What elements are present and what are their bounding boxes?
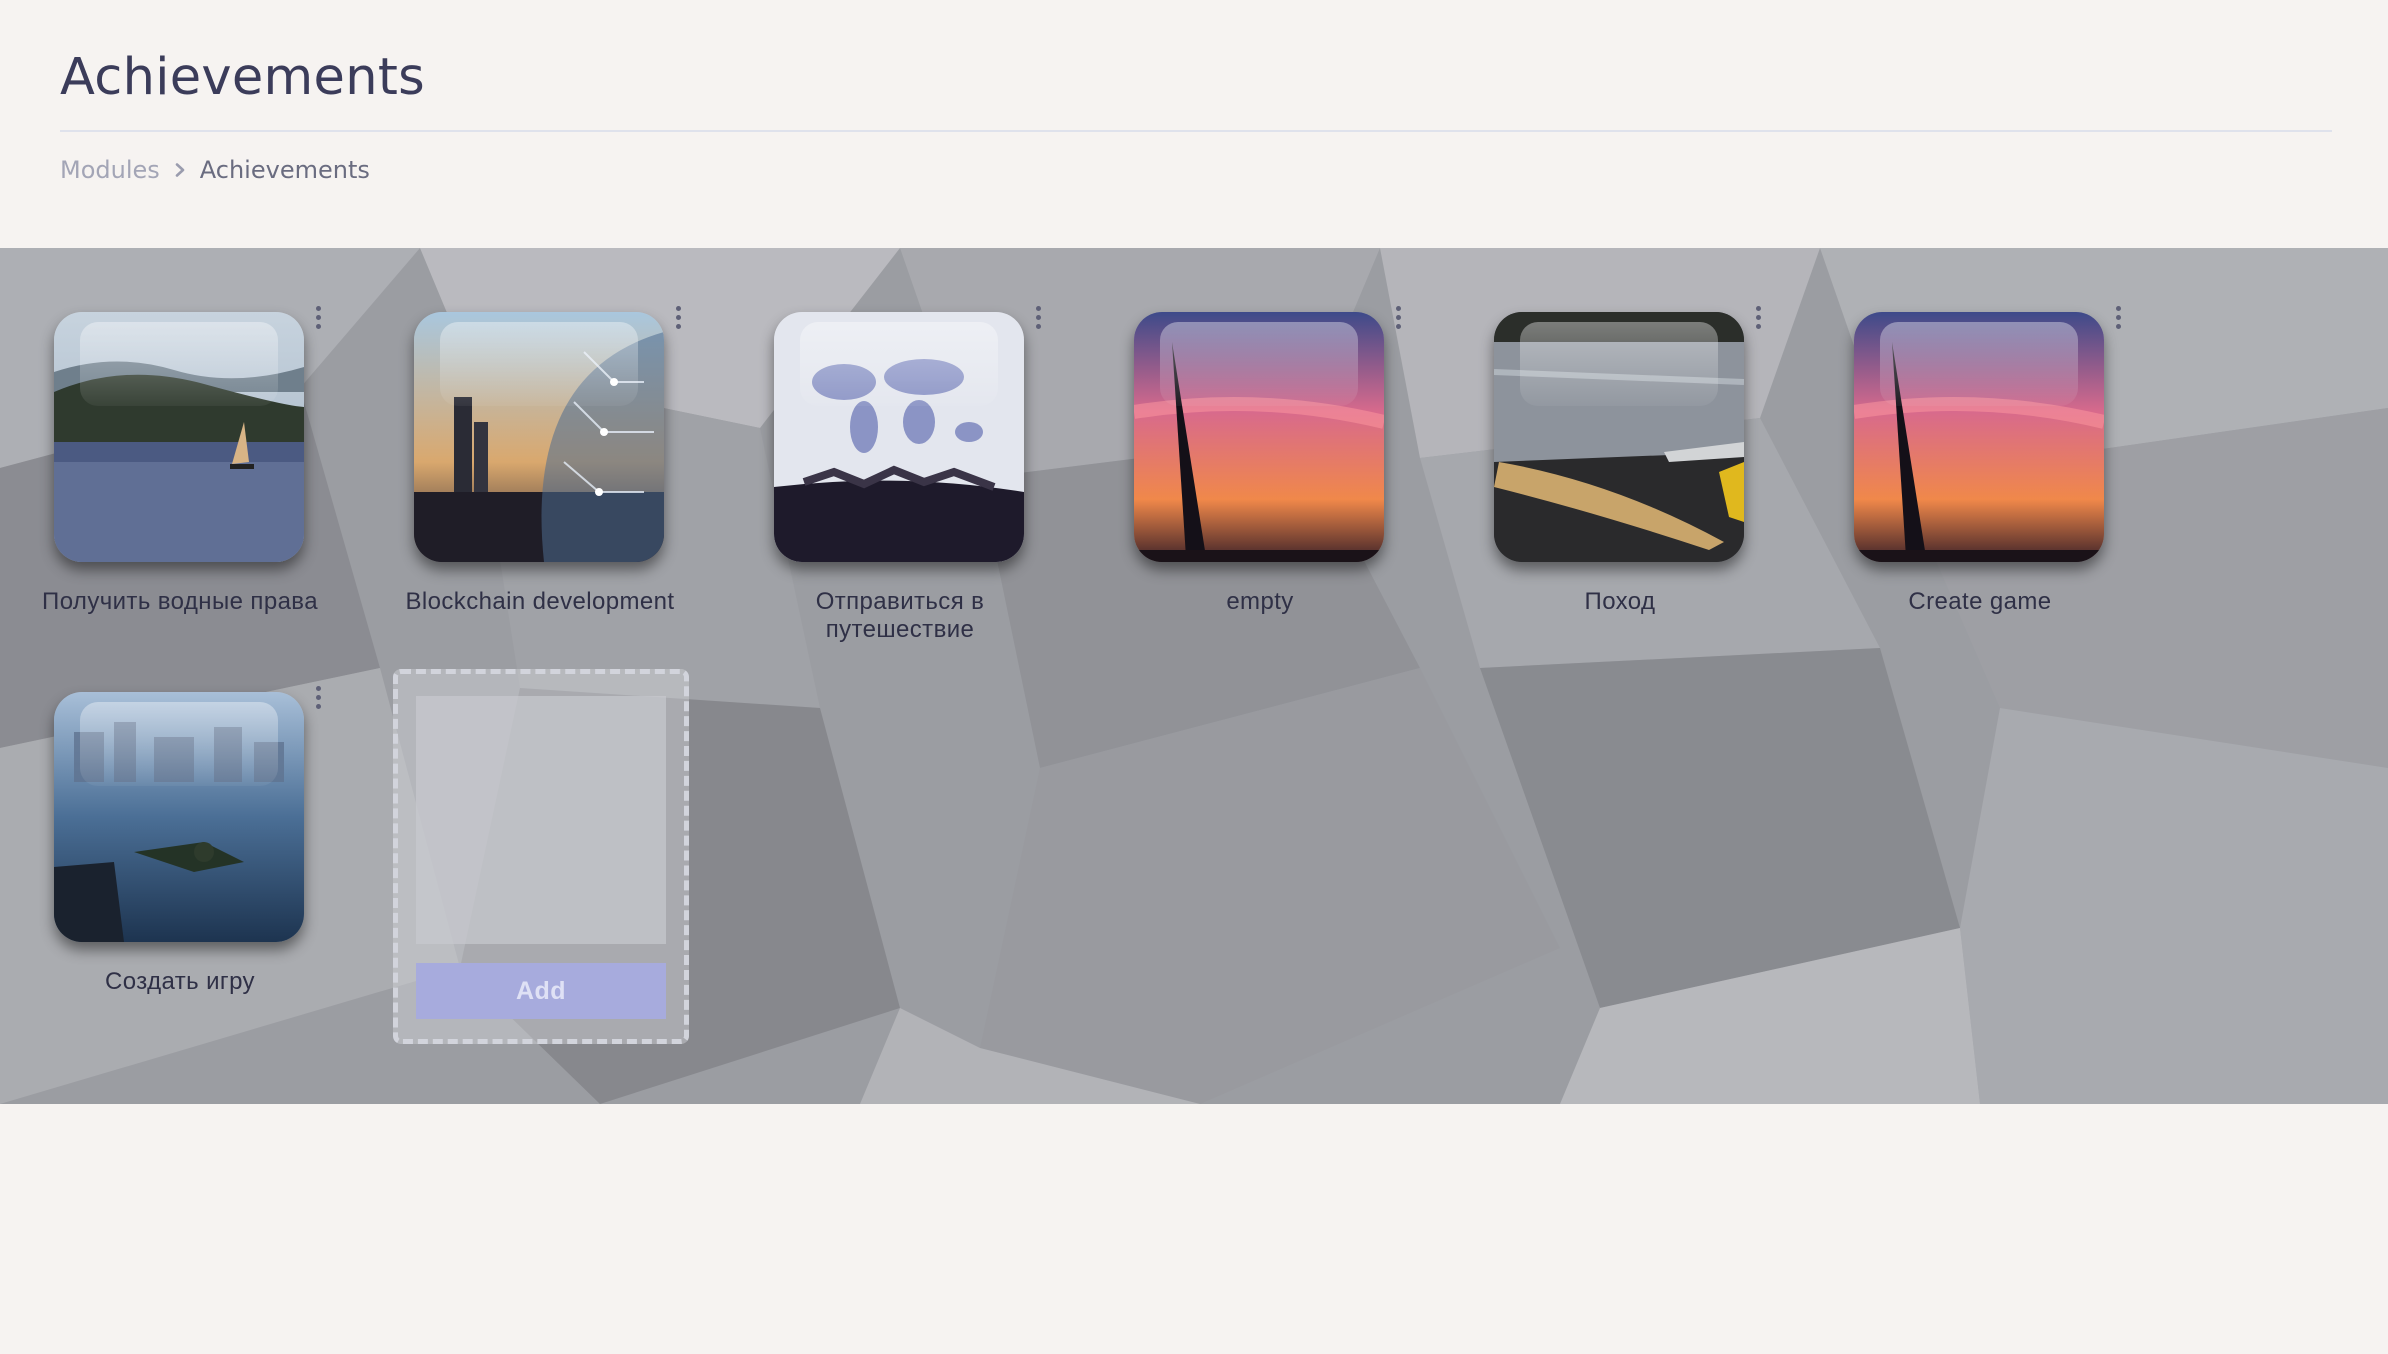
achievement-title: Blockchain development — [405, 588, 675, 615]
kebab-menu-icon[interactable] — [1026, 300, 1050, 334]
achievement-card: Отправиться в путешествие — [720, 248, 1080, 643]
page-title: Achievements — [60, 48, 426, 107]
achievement-card: empty — [1080, 248, 1440, 615]
page-header: Achievements Modules Achievements — [60, 0, 2332, 248]
achievement-card: Поход — [1440, 248, 1800, 615]
kebab-menu-icon[interactable] — [2106, 300, 2130, 334]
add-button[interactable]: Add — [416, 963, 666, 1019]
add-achievement-card: Add — [393, 669, 689, 1044]
achievement-image-kayak[interactable] — [1494, 312, 1744, 562]
achievement-title: empty — [1226, 588, 1294, 615]
achievement-title: Отправиться в путешествие — [815, 588, 985, 643]
achievement-title: Создать игру — [105, 968, 255, 995]
achievement-card: Получить водные права — [0, 248, 360, 615]
achievements-page: Achievements Modules Achievements Получи… — [0, 0, 2388, 1354]
kebab-menu-icon[interactable] — [306, 300, 330, 334]
achievement-card: Create game — [1800, 248, 2160, 615]
achievements-gallery: Получить водные права Blockchain develop… — [0, 248, 2388, 1104]
achievement-card: Создать игру — [0, 628, 360, 995]
kebab-menu-icon[interactable] — [666, 300, 690, 334]
kebab-menu-icon[interactable] — [1386, 300, 1410, 334]
breadcrumb-modules-link[interactable]: Modules — [60, 156, 160, 184]
achievement-image-sailboat[interactable] — [54, 312, 304, 562]
chevron-right-icon — [160, 163, 200, 177]
header-divider — [60, 130, 2332, 132]
achievement-title: Получить водные права — [42, 588, 318, 615]
kebab-menu-icon[interactable] — [306, 680, 330, 714]
achievement-image-city-circuit[interactable] — [414, 312, 664, 562]
achievement-image-sunset[interactable] — [1854, 312, 2104, 562]
achievement-image-sunset[interactable] — [1134, 312, 1384, 562]
breadcrumb: Modules Achievements — [60, 152, 370, 188]
achievement-image-world-map[interactable] — [774, 312, 1024, 562]
achievement-card: Blockchain development — [360, 248, 720, 615]
breadcrumb-current: Achievements — [199, 156, 370, 184]
achievement-image-diver-city[interactable] — [54, 692, 304, 942]
achievement-title: Create game — [1908, 588, 2052, 615]
kebab-menu-icon[interactable] — [1746, 300, 1770, 334]
add-image-placeholder[interactable] — [416, 696, 666, 944]
achievement-title: Поход — [1584, 588, 1656, 615]
